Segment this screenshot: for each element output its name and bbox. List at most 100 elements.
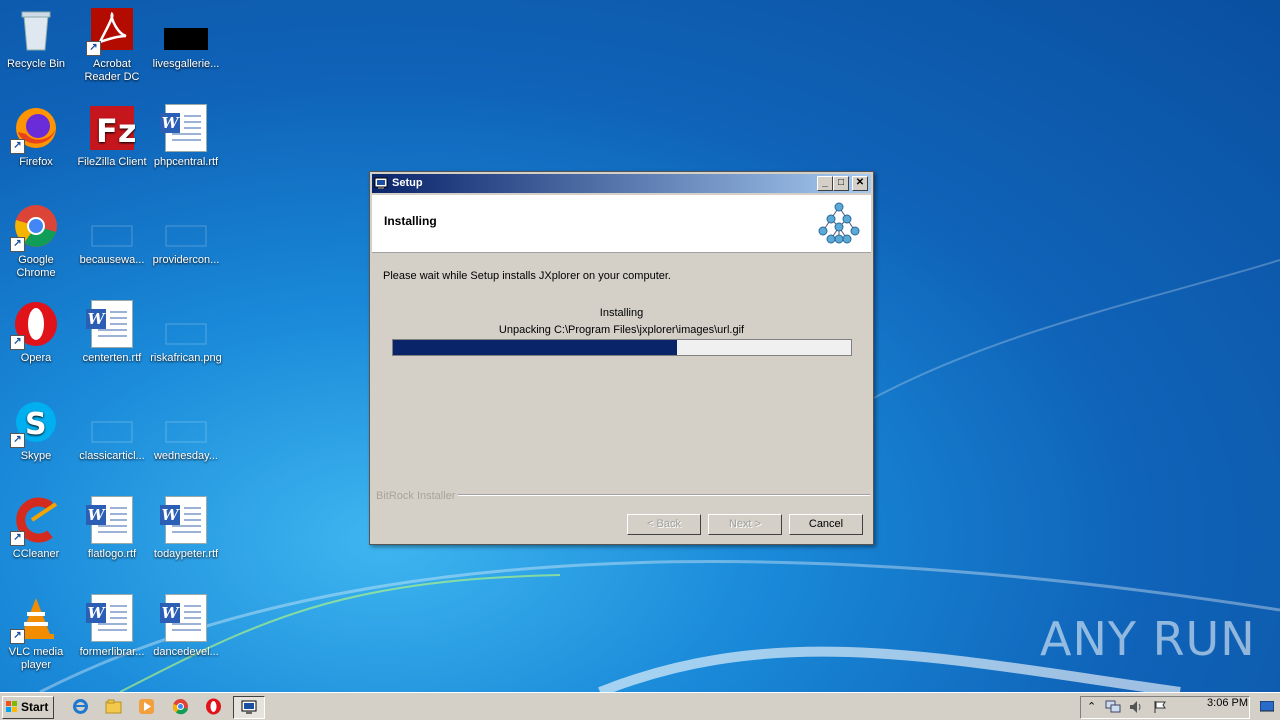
desktop-icon-phpcentral[interactable]: W phpcentral.rtf	[148, 104, 224, 169]
desktop-icon-ccleaner[interactable]: ↗ CCleaner	[0, 496, 74, 561]
desktop-icon-formerlibrar[interactable]: W formerlibrar...	[74, 594, 150, 659]
chrome-icon: ↗	[10, 202, 60, 252]
action-center-flag-icon[interactable]	[1153, 700, 1167, 714]
file-explorer-icon[interactable]	[105, 698, 122, 715]
desktop-icon-acrobat[interactable]: ↗ Acrobat Reader DC	[74, 6, 150, 84]
network-icon[interactable]	[1105, 700, 1121, 714]
desktop-icon-filezilla[interactable]: Fz FileZilla Client	[74, 104, 150, 169]
separator	[458, 494, 870, 496]
word-document-icon: W	[86, 300, 136, 348]
desktop-icon-firefox[interactable]: ↗ Firefox	[0, 104, 74, 169]
show-hidden-icons-icon[interactable]: ⌃	[1087, 700, 1096, 713]
icon-label: centerten.rtf	[82, 352, 142, 364]
jxplorer-logo-icon	[818, 202, 860, 244]
dialog-title: Setup	[392, 177, 423, 189]
taskbar: Start ⌃ 3:06 PM	[0, 692, 1280, 720]
opera-taskbar-icon[interactable]	[205, 698, 222, 715]
desktop-icon-providercon[interactable]: providercon...	[148, 202, 224, 267]
filezilla-icon: Fz	[88, 104, 136, 152]
volume-icon[interactable]	[1129, 700, 1143, 714]
blank-file-icon	[162, 300, 210, 348]
desktop-icon-flatlogo[interactable]: W flatlogo.rtf	[74, 496, 150, 561]
ccleaner-icon: ↗	[10, 496, 60, 546]
anyrun-watermark: ANY RUN	[1040, 612, 1256, 666]
install-status: Installing	[599, 307, 644, 319]
blank-file-icon	[162, 202, 210, 250]
shortcut-arrow-icon: ↗	[10, 139, 25, 154]
firefox-icon: ↗	[10, 104, 60, 154]
shortcut-arrow-icon: ↗	[10, 433, 25, 448]
icon-label: livesgallerie...	[152, 58, 220, 70]
icon-label: Acrobat Reader DC	[84, 58, 140, 83]
icon-label: riskafrican.png	[150, 352, 222, 364]
start-button[interactable]: Start	[2, 696, 54, 719]
setup-dialog: Setup _ □ ✕ Installing Please wait while…	[369, 171, 874, 545]
install-message: Please wait while Setup installs JXplore…	[383, 270, 671, 282]
icon-label: FileZilla Client	[77, 156, 147, 168]
word-document-icon: W	[86, 496, 136, 544]
svg-text:Fz: Fz	[96, 112, 136, 150]
recycle-bin-icon	[12, 6, 60, 54]
blank-file-icon	[88, 398, 136, 446]
desktop-icon-chrome[interactable]: ↗ Google Chrome	[0, 202, 74, 280]
taskbar-setup-button[interactable]	[233, 696, 265, 719]
dialog-header: Installing	[372, 195, 871, 253]
icon-label: providercon...	[152, 254, 220, 266]
close-button[interactable]: ✕	[852, 176, 868, 191]
install-progress-bar	[392, 339, 852, 356]
windows-flag-icon	[6, 701, 17, 712]
word-document-icon: W	[86, 594, 136, 642]
word-document-icon: W	[160, 496, 210, 544]
icon-label: Skype	[20, 450, 52, 462]
clock[interactable]: 3:06 PM	[1207, 697, 1248, 709]
icon-label: VLC media player	[8, 646, 64, 671]
black-image-icon	[162, 6, 210, 54]
icon-label: becausewa...	[79, 254, 145, 266]
desktop-icon-centerten[interactable]: W centerten.rtf	[74, 300, 150, 365]
minimize-button[interactable]: _	[817, 176, 833, 191]
icon-label: classicarticl...	[79, 450, 145, 462]
internet-explorer-icon[interactable]	[72, 698, 89, 715]
desktop-icon-becausewa[interactable]: becausewa...	[74, 202, 150, 267]
shortcut-arrow-icon: ↗	[10, 237, 25, 252]
header-title: Installing	[384, 214, 437, 228]
desktop-icon-skype[interactable]: S ↗ Skype	[0, 398, 74, 463]
shortcut-arrow-icon: ↗	[10, 335, 25, 350]
shortcut-arrow-icon: ↗	[86, 41, 101, 56]
word-document-icon: W	[160, 594, 210, 642]
acrobat-icon: ↗	[86, 6, 136, 56]
shortcut-arrow-icon: ↗	[10, 531, 25, 546]
vlc-icon: ↗	[10, 594, 60, 644]
desktop-icon-recycle-bin[interactable]: Recycle Bin	[0, 6, 74, 71]
dialog-titlebar[interactable]: Setup _ □ ✕	[372, 174, 871, 193]
progress-fill	[393, 340, 677, 355]
icon-label: dancedevel...	[153, 646, 219, 658]
desktop-icon-livesgallerie[interactable]: livesgallerie...	[148, 6, 224, 71]
icon-label: Google Chrome	[16, 254, 56, 279]
maximize-button[interactable]: □	[833, 176, 849, 191]
icon-label: wednesday...	[153, 450, 218, 462]
next-button[interactable]: Next >	[708, 514, 782, 535]
media-player-icon[interactable]	[138, 698, 155, 715]
shortcut-arrow-icon: ↗	[10, 629, 25, 644]
desktop-icon-wednesday[interactable]: wednesday...	[148, 398, 224, 463]
installer-brand: BitRock Installer	[376, 490, 456, 502]
icon-label: phpcentral.rtf	[153, 156, 219, 168]
desktop-icon-riskafrican[interactable]: riskafrican.png	[148, 300, 224, 365]
desktop-icon-vlc[interactable]: ↗ VLC media player	[0, 594, 74, 672]
desktop-icon-classicarticl[interactable]: classicarticl...	[74, 398, 150, 463]
desktop-icon-dancedevel[interactable]: W dancedevel...	[148, 594, 224, 659]
icon-label: Opera	[20, 352, 52, 364]
show-desktop-icon[interactable]	[1260, 701, 1274, 713]
setup-app-icon	[374, 177, 388, 189]
desktop-icon-opera[interactable]: ↗ Opera	[0, 300, 74, 365]
desktop-icon-todaypeter[interactable]: W todaypeter.rtf	[148, 496, 224, 561]
icon-label: flatlogo.rtf	[87, 548, 137, 560]
chrome-taskbar-icon[interactable]	[172, 698, 189, 715]
svg-text:S: S	[25, 407, 47, 442]
icon-label: Recycle Bin	[6, 58, 66, 70]
skype-icon: S ↗	[10, 398, 60, 448]
cancel-button[interactable]: Cancel	[789, 514, 863, 535]
back-button[interactable]: < Back	[627, 514, 701, 535]
watermark-text: ANY RUN	[1040, 612, 1256, 666]
